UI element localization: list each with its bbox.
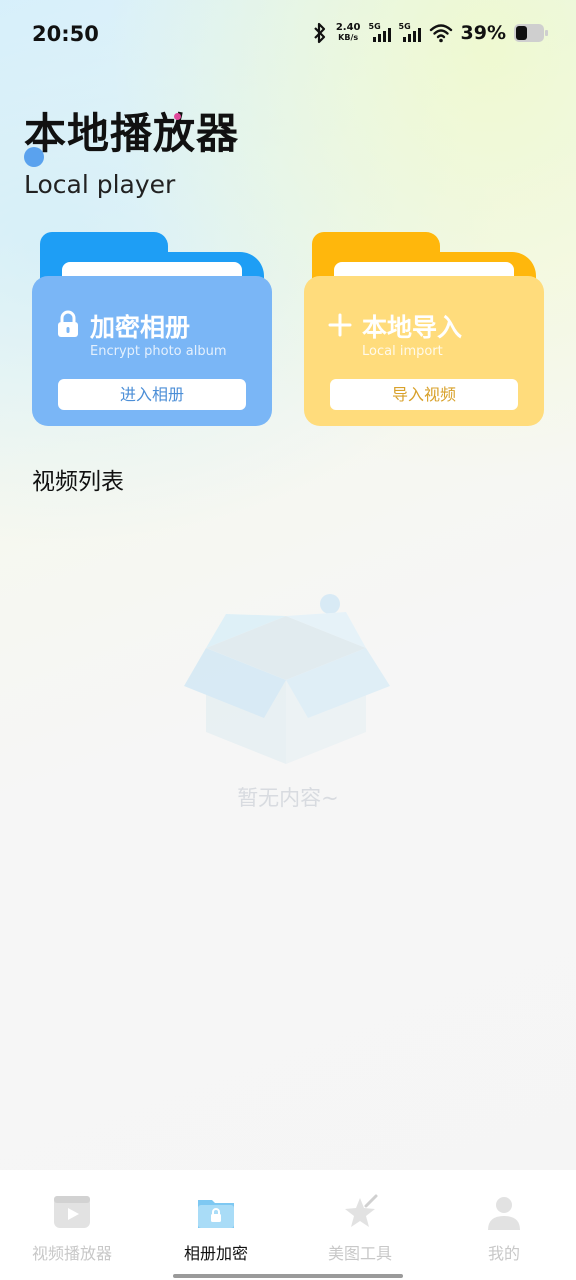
empty-box-icon — [184, 594, 390, 764]
card-title: 加密相册 — [90, 313, 191, 342]
bottom-nav: 视频播放器 相册加密 美图工具 我的 — [0, 1170, 576, 1280]
video-list-title: 视频列表 — [32, 469, 124, 495]
nav-label: 视频播放器 — [31, 1244, 112, 1263]
decor-dot — [24, 147, 44, 167]
encrypt-album-card[interactable]: 加密相册 Encrypt photo album 进入相册 — [32, 232, 272, 426]
magic-star-icon — [345, 1194, 378, 1227]
card-subtitle: Local import — [362, 344, 443, 359]
nav-item-video-player[interactable]: 视频播放器 — [0, 1190, 144, 1263]
nav-label: 相册加密 — [183, 1244, 248, 1263]
nav-label: 我的 — [487, 1244, 520, 1263]
import-video-button[interactable]: 导入视频 — [330, 379, 518, 410]
lock-icon — [58, 310, 78, 337]
app-title: 本地播放器 — [24, 109, 240, 158]
status-icons: 2.40 KB/s 5G 5G 39% — [312, 22, 548, 44]
home-indicator[interactable] — [173, 1274, 403, 1278]
nav-item-photo-tools[interactable]: 美图工具 — [288, 1190, 432, 1263]
person-icon — [488, 1197, 520, 1230]
wifi-icon — [429, 24, 452, 43]
signal-icon: 5G — [369, 22, 391, 44]
folder-lock-icon — [198, 1200, 234, 1228]
status-time: 20:50 — [32, 22, 99, 46]
battery-percent: 39% — [460, 22, 506, 44]
plus-icon — [328, 313, 352, 337]
bluetooth-icon — [314, 22, 325, 44]
nav-item-mine[interactable]: 我的 — [432, 1190, 576, 1263]
decor-dot — [174, 113, 181, 120]
network-speed: 2.40 KB/s — [336, 23, 361, 43]
enter-album-button[interactable]: 进入相册 — [58, 379, 246, 410]
status-bar: 20:50 2.40 KB/s 5G 5G 39% — [0, 0, 576, 72]
net-speed-unit: KB/s — [338, 33, 359, 42]
signal-icon: 5G — [399, 22, 421, 44]
card-subtitle: Encrypt photo album — [90, 344, 227, 359]
net-speed-value: 2.40 — [335, 22, 361, 33]
nav-item-album-encrypt[interactable]: 相册加密 — [144, 1190, 288, 1263]
app-subtitle: Local player — [24, 170, 176, 199]
empty-state-text: 暂无内容~ — [237, 786, 339, 810]
video-icon — [54, 1196, 90, 1228]
card-title: 本地导入 — [362, 313, 463, 342]
local-import-card[interactable]: 本地导入 Local import 导入视频 — [304, 232, 544, 426]
battery-icon — [514, 24, 548, 42]
nav-label: 美图工具 — [327, 1244, 392, 1263]
